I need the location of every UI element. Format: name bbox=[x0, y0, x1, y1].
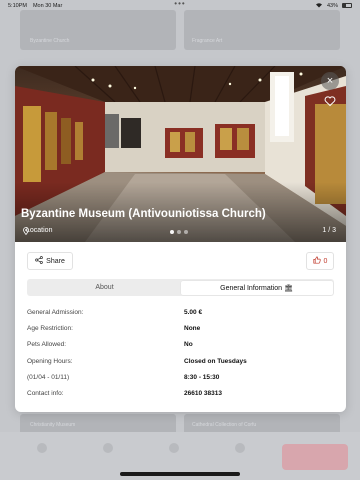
info-row: Pets Allowed: No bbox=[27, 337, 334, 353]
multitask-dots[interactable]: ••• bbox=[174, 0, 185, 8]
pager-dot[interactable] bbox=[170, 230, 174, 234]
battery-icon bbox=[342, 3, 352, 8]
place-detail-modal: × Byzantine Museum (Antivouniotissa Chur… bbox=[15, 66, 346, 412]
info-row: Contact info: 26610 38313 bbox=[27, 385, 334, 401]
place-title: Byzantine Museum (Antivouniotissa Church… bbox=[21, 208, 266, 220]
bg-tab bbox=[228, 443, 252, 453]
home-indicator[interactable] bbox=[120, 472, 240, 476]
carousel-pager-dots[interactable] bbox=[170, 230, 188, 234]
general-info-table: General Admission: 5.00 € Age Restrictio… bbox=[27, 304, 334, 402]
pager-dot[interactable] bbox=[184, 230, 188, 234]
close-button[interactable]: × bbox=[321, 72, 339, 90]
bg-card-label: Fragrance Art bbox=[192, 38, 223, 44]
share-button[interactable]: Share bbox=[27, 252, 73, 270]
bg-card-label: Cathedral Collection of Corfu bbox=[192, 422, 257, 428]
tab-general-information[interactable]: General Information 🏛 bbox=[180, 280, 333, 295]
info-value: Closed on Tuesdays bbox=[184, 357, 247, 365]
info-label: Contact info: bbox=[27, 390, 64, 398]
bg-card-label: Byzantine Church bbox=[30, 38, 70, 44]
bg-tab bbox=[30, 443, 54, 453]
status-bar: 5:10PM Mon 30 Mar ••• 43% bbox=[0, 0, 360, 11]
bg-tab bbox=[96, 443, 120, 453]
like-button[interactable]: 0 bbox=[306, 252, 334, 270]
info-row: General Admission: 5.00 € bbox=[27, 304, 334, 320]
info-row: (01/04 - 01/11) 8:30 - 15:30 bbox=[27, 369, 334, 385]
wifi-icon bbox=[315, 2, 323, 10]
info-value: 5.00 € bbox=[184, 308, 203, 316]
share-label: Share bbox=[46, 257, 65, 265]
info-row: Opening Hours: Closed on Tuesdays bbox=[27, 353, 334, 369]
info-value: No bbox=[184, 341, 193, 349]
info-value: None bbox=[184, 324, 201, 332]
info-value[interactable]: 26610 38313 bbox=[184, 390, 222, 397]
info-label: General Admission: bbox=[27, 308, 84, 316]
tab-about[interactable]: About bbox=[29, 281, 181, 295]
action-row: Share 0 bbox=[15, 248, 346, 276]
location-label: Location bbox=[26, 227, 53, 234]
pager-dot[interactable] bbox=[177, 230, 181, 234]
close-icon: × bbox=[326, 75, 334, 87]
bg-tab bbox=[162, 443, 186, 453]
thumbs-up-icon bbox=[312, 256, 321, 266]
bg-cta-button bbox=[282, 444, 348, 470]
info-label: Age Restriction: bbox=[27, 324, 73, 332]
info-tab-switcher: About General Information 🏛 bbox=[27, 279, 334, 296]
info-label: Opening Hours: bbox=[27, 357, 73, 365]
info-label: (01/04 - 01/11) bbox=[27, 373, 70, 381]
battery-percent: 43% bbox=[326, 2, 338, 9]
location-link[interactable]: Location bbox=[23, 227, 53, 235]
share-icon bbox=[35, 256, 43, 266]
bg-card bbox=[20, 10, 176, 50]
bg-card-label: Christianity Museum bbox=[30, 422, 76, 428]
info-row: Age Restriction: None bbox=[27, 320, 334, 336]
info-label: Pets Allowed: bbox=[27, 341, 67, 349]
status-time: 5:10PM bbox=[8, 2, 27, 9]
like-count: 0 bbox=[323, 257, 328, 265]
bg-card bbox=[184, 10, 340, 50]
status-date: Mon 30 Mar bbox=[32, 2, 63, 9]
hero-image-carousel[interactable]: × Byzantine Museum (Antivouniotissa Chur… bbox=[15, 66, 346, 242]
favorite-heart-icon[interactable] bbox=[324, 95, 336, 107]
image-counter: 1 / 3 bbox=[322, 227, 336, 234]
info-value: 8:30 - 15:30 bbox=[184, 373, 220, 381]
